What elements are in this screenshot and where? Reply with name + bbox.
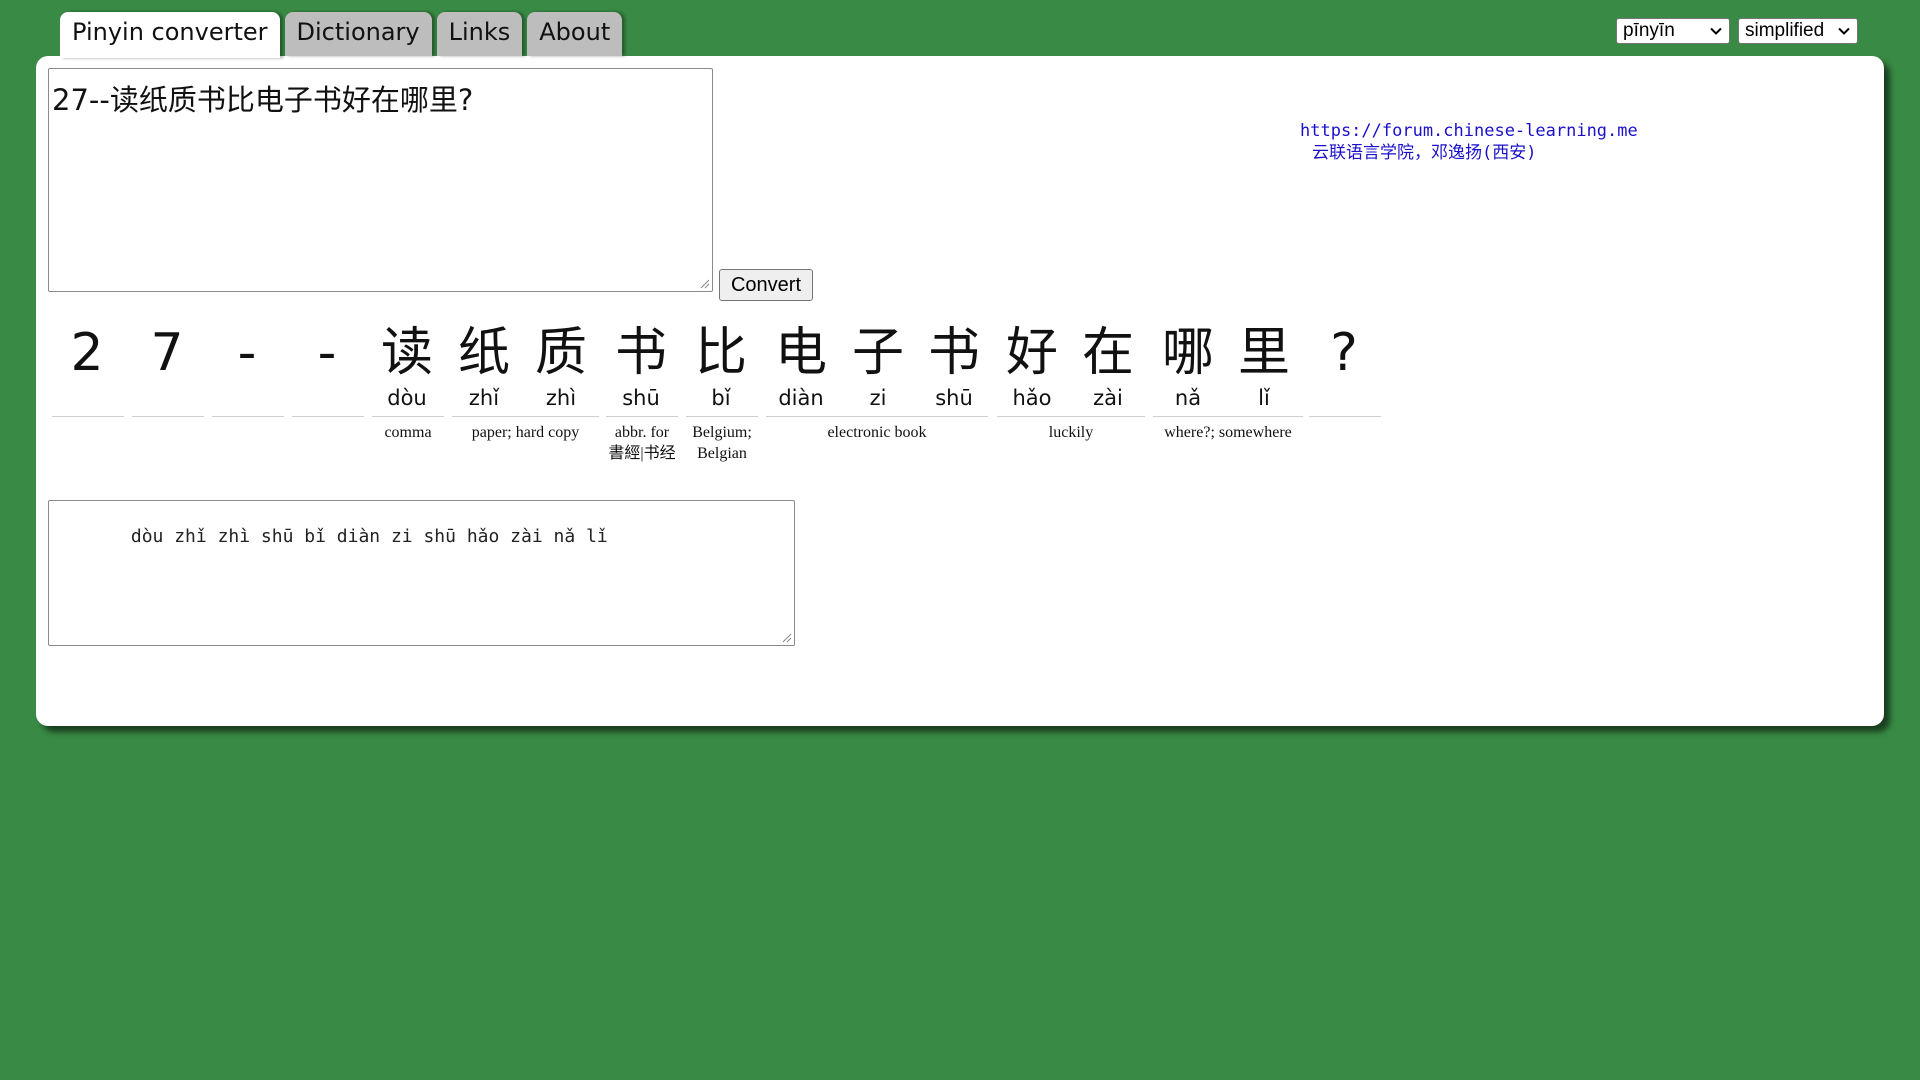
- definition: where?; somewhere: [1164, 424, 1292, 441]
- pinyin: [1307, 384, 1381, 414]
- resize-grip-icon[interactable]: [782, 633, 792, 643]
- char-cell[interactable]: 质 zhì: [524, 322, 598, 414]
- char-cell[interactable]: 哪 nǎ: [1151, 322, 1225, 414]
- char-cell[interactable]: 好 hǎo: [995, 322, 1069, 414]
- definition: Belgium; Belgian: [692, 424, 752, 462]
- hanzi: 2: [70, 323, 104, 383]
- pinyin: dòu: [387, 386, 427, 410]
- word-underline: [292, 416, 364, 417]
- word-underline: [1153, 416, 1303, 417]
- tab-about[interactable]: About: [527, 12, 623, 56]
- tab-pinyin-converter[interactable]: Pinyin converter: [60, 12, 280, 58]
- word-underline: [212, 416, 284, 417]
- char-cell[interactable]: 纸 zhǐ: [447, 322, 521, 414]
- pinyin: hǎo: [1012, 386, 1052, 410]
- hanzi: ?: [1330, 323, 1358, 383]
- hanzi: 7: [150, 323, 184, 383]
- credit-author: 云联语言学院，邓逸扬(西安): [1312, 143, 1537, 163]
- script-value: simplified: [1745, 20, 1825, 41]
- hanzi: 书: [614, 323, 667, 383]
- pinyin-mode-value: pīnyīn: [1623, 20, 1675, 41]
- character-grid: 2 7 - - 读 dòu 纸 zhǐ 质 zhì 书 shū 比 bǐ 电 d…: [50, 322, 1550, 482]
- char-cell[interactable]: 比 bǐ: [684, 322, 758, 414]
- char-cell[interactable]: 2: [50, 322, 124, 414]
- word-underline: [606, 416, 678, 417]
- hanzi: 纸: [457, 323, 510, 383]
- word-underline: [1309, 416, 1381, 417]
- pinyin: [210, 384, 284, 414]
- word-underline: [132, 416, 204, 417]
- hanzi: 比: [694, 323, 747, 383]
- hanzi: 电: [774, 323, 827, 383]
- hanzi: 在: [1081, 323, 1134, 383]
- chevron-down-icon: [1710, 27, 1722, 35]
- chinese-input-text: 27--读纸质书比电子书好在哪里?: [52, 83, 474, 117]
- char-cell[interactable]: ?: [1307, 322, 1381, 414]
- pinyin: zài: [1093, 386, 1123, 410]
- tab-links[interactable]: Links: [436, 12, 523, 56]
- pinyin: nǎ: [1174, 386, 1202, 410]
- definition: luckily: [1048, 424, 1094, 441]
- script-select[interactable]: simplified: [1738, 18, 1858, 44]
- pinyin: lǐ: [1258, 386, 1270, 410]
- pinyin-output-text: dòu zhǐ zhì shū bǐ diàn zi shū hǎo zài n…: [98, 526, 608, 547]
- pinyin: [130, 384, 204, 414]
- hanzi: 子: [851, 323, 904, 383]
- char-cell[interactable]: 在 zài: [1071, 322, 1145, 414]
- word-underline: [52, 416, 124, 417]
- hanzi: -: [317, 323, 337, 383]
- word-underline: [372, 416, 444, 417]
- converter-panel: 27--读纸质书比电子书好在哪里? Convert https://forum.…: [36, 56, 1884, 726]
- convert-button[interactable]: Convert: [719, 269, 813, 301]
- hanzi: 读: [380, 323, 433, 383]
- pinyin-mode-select[interactable]: pīnyīn: [1616, 18, 1730, 44]
- pinyin: zi: [869, 386, 887, 410]
- definition: paper; hard copy: [471, 424, 580, 441]
- credits: https://forum.chinese-learning.me 云联语言学院…: [1300, 120, 1638, 164]
- word-underline: [686, 416, 758, 417]
- hanzi: -: [237, 323, 257, 383]
- hanzi: 书: [927, 323, 980, 383]
- word-underline: [997, 416, 1145, 417]
- options-bar: pīnyīn simplified: [1616, 18, 1858, 44]
- char-cell[interactable]: 书 shū: [917, 322, 991, 414]
- tab-dictionary[interactable]: Dictionary: [284, 12, 432, 56]
- tab-bar: Pinyin converter Dictionary Links About: [60, 12, 623, 58]
- pinyin: bǐ: [711, 386, 731, 410]
- pinyin: [290, 384, 364, 414]
- pinyin: shū: [935, 386, 973, 410]
- pinyin: [50, 384, 124, 414]
- chevron-down-icon: [1838, 27, 1850, 35]
- pinyin: diàn: [778, 386, 824, 410]
- char-cell[interactable]: 7: [130, 322, 204, 414]
- pinyin-output[interactable]: dòu zhǐ zhì shū bǐ diàn zi shū hǎo zài n…: [48, 500, 795, 646]
- word-underline: [452, 416, 599, 417]
- hanzi: 里: [1237, 323, 1290, 383]
- char-cell[interactable]: 书 shū: [604, 322, 678, 414]
- pinyin: zhǐ: [468, 386, 500, 410]
- hanzi: 质: [534, 323, 587, 383]
- forum-link[interactable]: https://forum.chinese-learning.me: [1300, 120, 1638, 142]
- pinyin: zhì: [545, 386, 577, 410]
- char-cell[interactable]: 读 dòu: [370, 322, 444, 414]
- pinyin: shū: [622, 386, 660, 410]
- char-cell[interactable]: 里 lǐ: [1227, 322, 1301, 414]
- definition: abbr. for 書經|书经: [608, 424, 676, 462]
- word-underline: [766, 416, 988, 417]
- chinese-input[interactable]: 27--读纸质书比电子书好在哪里?: [48, 68, 713, 292]
- hanzi: 哪: [1161, 323, 1214, 383]
- resize-grip-icon[interactable]: [700, 279, 710, 289]
- definition: comma: [384, 424, 432, 441]
- hanzi: 好: [1005, 323, 1058, 383]
- char-cell[interactable]: -: [210, 322, 284, 414]
- char-cell[interactable]: 电 diàn: [764, 322, 838, 414]
- char-cell[interactable]: 子 zi: [841, 322, 915, 414]
- definition: electronic book: [827, 424, 927, 441]
- char-cell[interactable]: -: [290, 322, 364, 414]
